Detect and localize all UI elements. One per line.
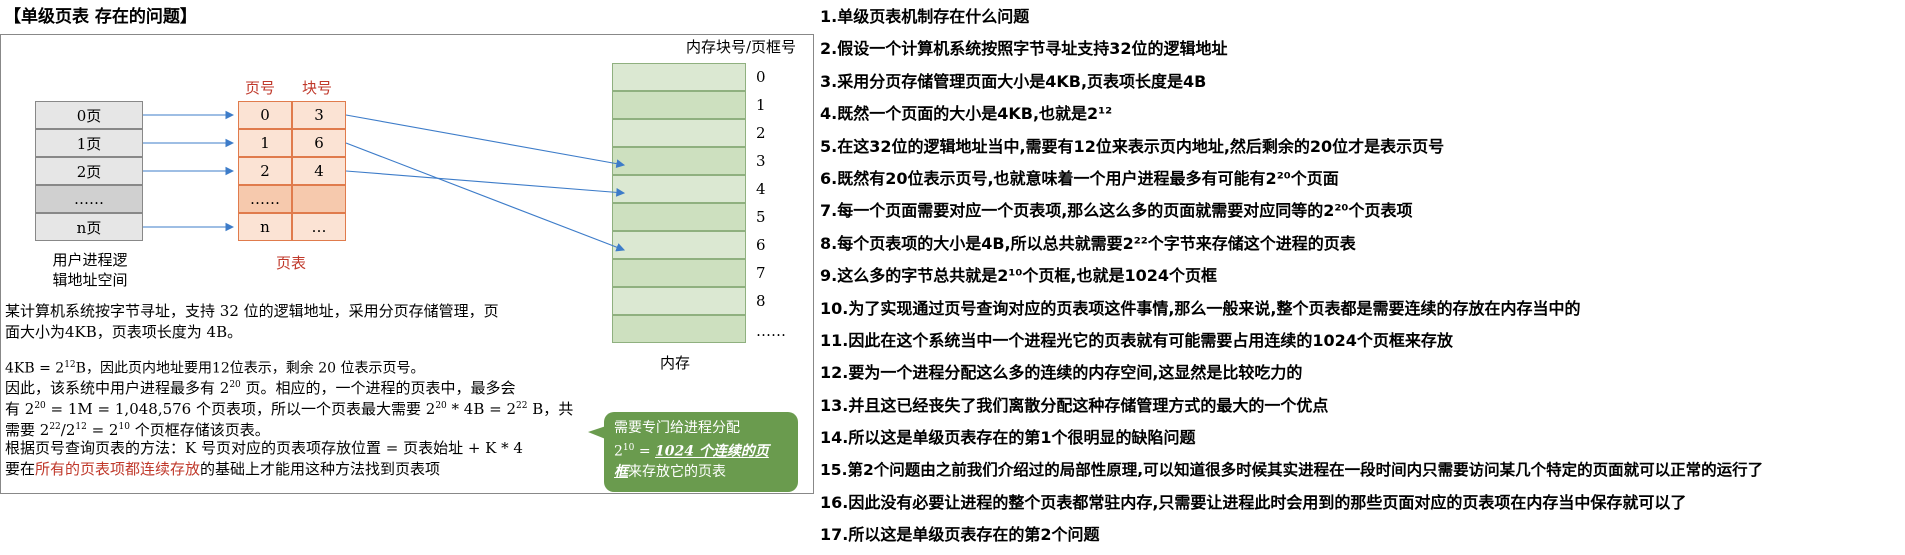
emphasis-text: 1024 个连续的页 <box>655 443 769 460</box>
note-item: 2.假设一个计算机系统按照字节寻址支持32位的逻辑地址 <box>820 39 1228 59</box>
memory-label: 内存 <box>660 354 691 372</box>
note-item: 14.所以这是单级页表存在的第1个很明显的缺陷问题 <box>820 428 1196 448</box>
callout-bubble: 需要专门给进程分配 210 = 1024 个连续的页 框来存放它的页表 <box>604 412 798 492</box>
superscript: 12 <box>75 422 87 432</box>
text-run: = <box>634 443 656 460</box>
note-item: 13.并且这已经丧失了我们离散分配这种存储管理方式的最大的一个优点 <box>820 395 1329 415</box>
text-run: 需要 2 <box>5 421 50 439</box>
emphasis-text: 框 <box>614 463 628 480</box>
text-run: 2 <box>614 443 623 460</box>
note-item: 3.采用分页存储管理页面大小是4KB,页表项长度是4B <box>820 71 1207 91</box>
paragraph-line: 要在所有的页表项都连续存放的基础上才能用这种方法找到页表项 <box>5 459 440 479</box>
text-run: 来存放它的页表 <box>628 463 726 480</box>
superscript: 20 <box>435 401 447 411</box>
arrow-block6 <box>345 142 626 252</box>
note-item: 7.每一个页面需要对应一个页表项,那么这么多的页面就需要对应同等的2²⁰个页表项 <box>820 201 1413 221</box>
paragraph-line: 根据页号查询页表的方法：K 号页对应的页表项存放位置 = 页表始址 + K * … <box>5 439 523 457</box>
bubble-line: 需要专门给进程分配 <box>614 420 740 436</box>
paragraph-line: 某计算机系统按字节寻址，支持 32 位的逻辑地址，采用分页存储管理，页 <box>5 302 499 320</box>
bubble-line: 框来存放它的页表 <box>614 462 788 482</box>
bubble-line: 210 = 1024 个连续的页 <box>614 438 788 462</box>
text-run: 个页框存储该页表。 <box>129 421 270 439</box>
note-item: 11.因此在这个系统当中一个进程光它的页表就有可能需要占用连续的1024个页框来… <box>820 330 1453 350</box>
superscript: 12 <box>64 360 76 370</box>
text-run: = 2 <box>86 421 119 439</box>
text-run: /2 <box>60 421 76 439</box>
text-run: 页。相应的，一个进程的页表中，最多会 <box>240 379 516 397</box>
text-run: B，共 <box>527 400 574 418</box>
arrow-block3 <box>345 114 626 168</box>
note-item: 6.既然有20位表示页号,也就意味着一个用户进程最多有可能有2²⁰个页面 <box>820 168 1339 188</box>
notes-list: 1.单级页表机制存在什么问题 2.假设一个计算机系统按照字节寻址支持32位的逻辑… <box>820 4 1902 555</box>
superscript: 22 <box>516 401 528 411</box>
superscript: 10 <box>622 443 635 453</box>
highlight-text: 所有的页表项都连续存放 <box>35 460 201 478</box>
paragraph-line: 需要 222/212 = 210 个页框存储该页表。 <box>5 417 270 440</box>
note-item: 15.第2个问题由之前我们介绍过的局部性原理,可以知道很多时候其实进程在一段时间… <box>820 461 1764 480</box>
text-run: 有 2 <box>5 400 35 418</box>
text-run: 要在 <box>5 460 36 478</box>
paragraph-line: 有 220 = 1M = 1,048,576 个页表项，所以一个页表最大需要 2… <box>5 396 573 419</box>
note-item: 9.这么多的字节总共就是2¹⁰个页框,也就是1024个页框 <box>820 266 1217 286</box>
superscript: 20 <box>229 380 241 390</box>
superscript: 10 <box>118 422 130 432</box>
note-item: 4.既然一个页面的大小是4KB,也就是2¹² <box>820 104 1113 124</box>
note-item: 12.要为一个进程分配这么多的连续的内存空间,这显然是比较吃力的 <box>820 363 1303 383</box>
text-run: 因此，该系统中用户进程最多有 2 <box>5 379 230 397</box>
text-run: 的基础上才能用这种方法找到页表项 <box>200 460 441 478</box>
superscript: 20 <box>34 401 46 411</box>
note-item: 8.每个页表项的大小是4B,所以总共就需要2²²个字节来存储这个进程的页表 <box>820 233 1356 253</box>
paragraph-line: 因此，该系统中用户进程最多有 220 页。相应的，一个进程的页表中，最多会 <box>5 375 516 398</box>
note-item: 16.因此没有必要让进程的整个页表都常驻内存,只需要让进程此时会用到的那些页面对… <box>820 492 1687 512</box>
text-run: * 4B = 2 <box>446 400 517 418</box>
note-item: 10.为了实现通过页号查询对应的页表项这件事情,那么一般来说,整个页表都是需要连… <box>820 298 1581 318</box>
paragraph-line: 面大小为4KB，页表项长度为 4B。 <box>5 323 243 341</box>
text-run: = 1M = 1,048,576 个页表项，所以一个页表最大需要 2 <box>45 400 436 418</box>
arrows-layer <box>143 110 626 252</box>
arrow-block4 <box>345 170 626 197</box>
note-item: 17.所以这是单级页表存在的第2个问题 <box>820 525 1100 545</box>
note-item: 5.在这32位的逻辑地址当中,需要有12位来表示页内地址,然后剩余的20位才是表… <box>820 136 1445 156</box>
superscript: 22 <box>49 422 61 432</box>
note-item: 1.单级页表机制存在什么问题 <box>820 7 1030 26</box>
